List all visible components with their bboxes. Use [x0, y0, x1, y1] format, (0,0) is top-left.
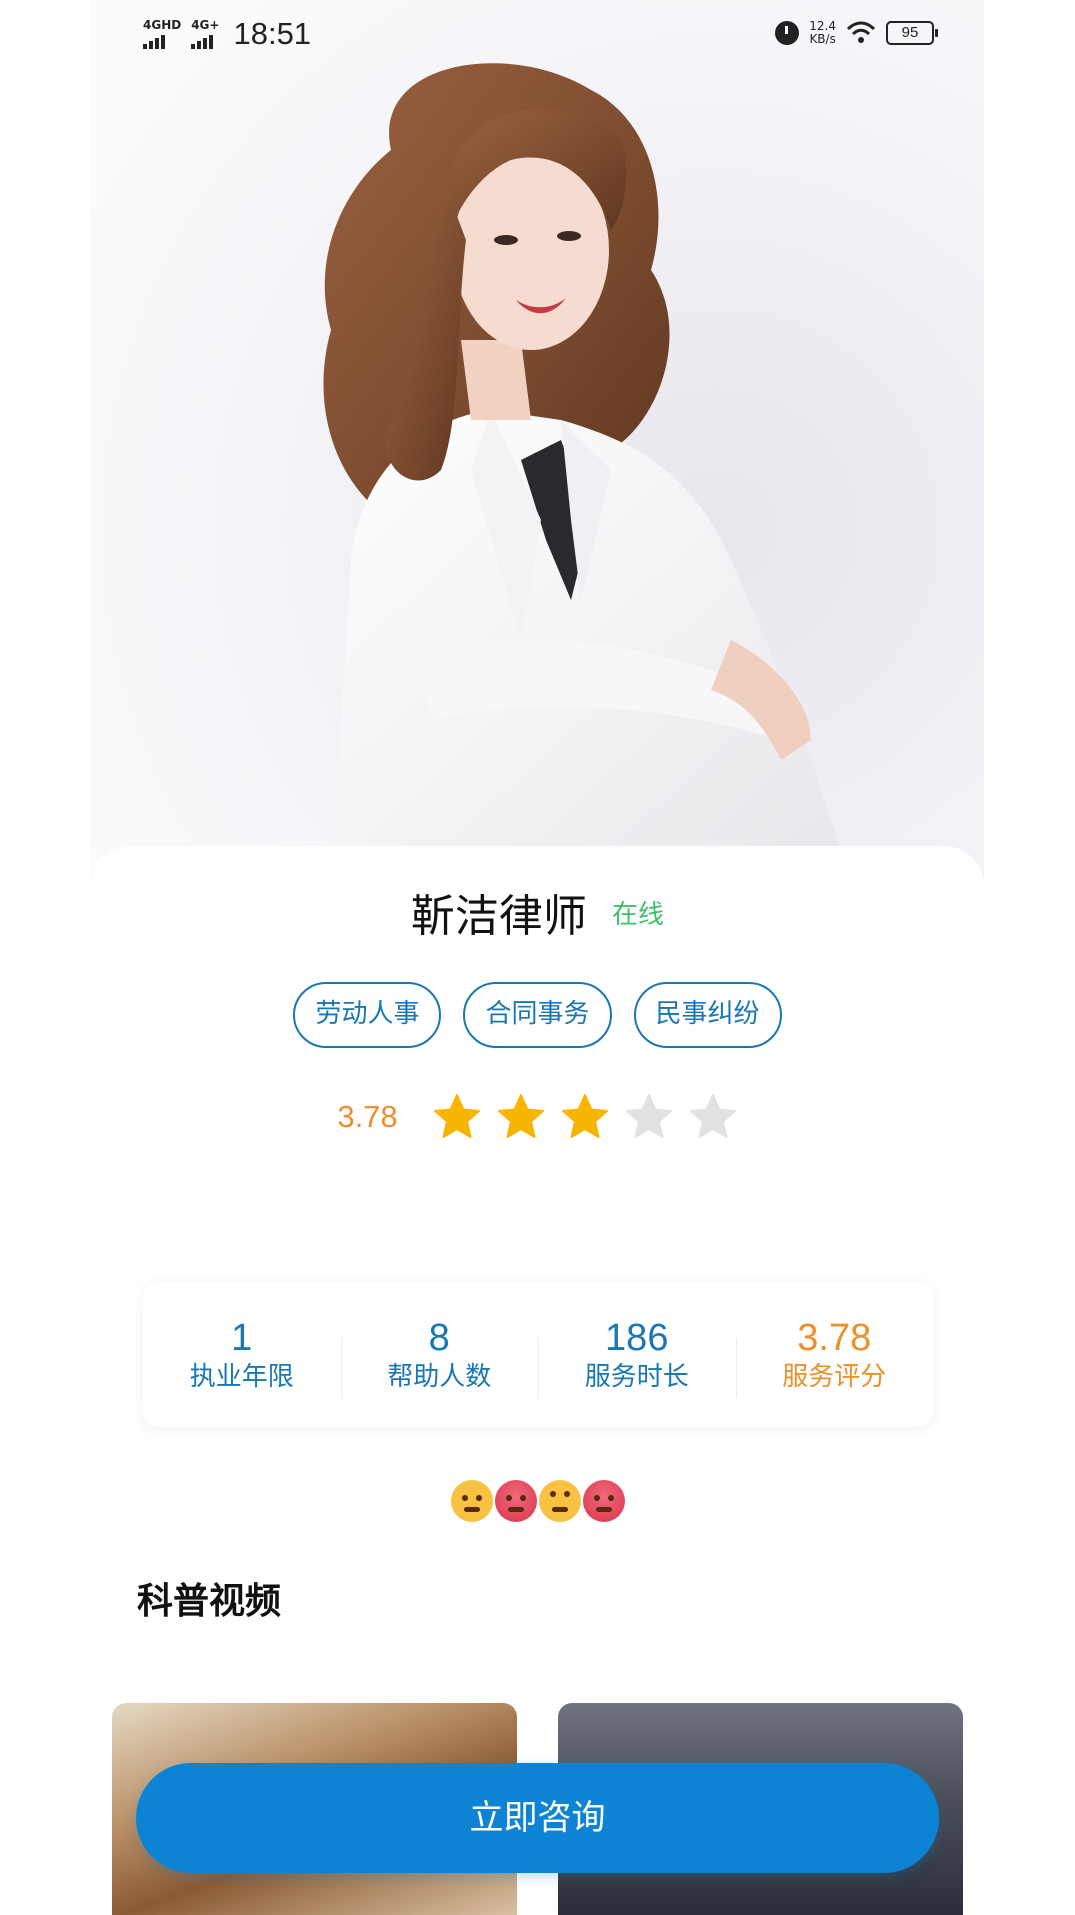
rating-value: 3.78 — [337, 1099, 398, 1134]
stat-value: 1 — [231, 1316, 253, 1359]
network-type-1: 4GHD — [143, 18, 182, 32]
stat-label: 帮助人数 — [387, 1361, 492, 1392]
section-title-videos: 科普视频 — [137, 1581, 282, 1622]
lawyer-profile-screen: 4GHD 4G+ 18:51 12.4 KB/s 95 靳洁律师 在线 劳动人事… — [0, 0, 1075, 1915]
lawyer-name: 靳洁律师 — [410, 891, 587, 942]
star-empty-icon — [689, 1094, 736, 1138]
signal-icon: 4GHD — [143, 19, 181, 49]
stat-label: 服务评分 — [782, 1361, 887, 1392]
status-right: 12.4 KB/s 95 — [775, 20, 938, 46]
lawyer-portrait-photo — [91, 0, 984, 880]
angry-face-emoji — [582, 1480, 625, 1522]
network-type-2: 4G+ — [191, 18, 220, 32]
star-icon — [497, 1094, 544, 1138]
star-icon — [561, 1094, 608, 1138]
hugging-face-emoji — [450, 1480, 493, 1522]
alarm-icon — [775, 21, 800, 45]
eye-roll-emoji — [538, 1480, 581, 1522]
angry-face-emoji — [494, 1480, 537, 1522]
specialty-tag[interactable]: 合同事务 — [463, 982, 612, 1048]
stat-service-hours: 186 服务时长 — [538, 1316, 736, 1398]
star-icon — [433, 1094, 480, 1138]
specialty-tags: 劳动人事 合同事务 民事纠纷 — [0, 982, 1075, 1048]
stat-helped-count: 8 帮助人数 — [340, 1316, 539, 1398]
online-status: 在线 — [612, 899, 665, 930]
stat-label: 服务时长 — [584, 1361, 689, 1392]
network-speed: 12.4 KB/s — [809, 20, 836, 46]
signal-icon: 4G+ — [191, 19, 219, 49]
status-bar: 4GHD 4G+ 18:51 12.4 KB/s 95 — [91, 0, 984, 72]
emoji-row — [0, 1480, 1075, 1522]
clock: 18:51 — [233, 16, 312, 51]
consult-now-button[interactable]: 立即咨询 — [136, 1763, 939, 1873]
rating-row: 3.78 — [0, 1092, 1075, 1142]
stat-value: 186 — [605, 1316, 669, 1359]
hero-photo — [91, 0, 984, 880]
star-empty-icon — [625, 1094, 672, 1138]
battery-icon: 95 — [886, 21, 938, 45]
wifi-icon — [846, 21, 876, 43]
name-row: 靳洁律师 在线 — [0, 880, 1075, 944]
network-speed-unit: KB/s — [809, 32, 836, 46]
stat-service-rating: 3.78 服务评分 — [735, 1316, 934, 1398]
stat-practice-years: 1 执业年限 — [143, 1316, 341, 1394]
network-speed-value: 12.4 — [809, 19, 836, 33]
status-left: 4GHD 4G+ 18:51 — [143, 16, 311, 52]
stat-value: 3.78 — [797, 1316, 872, 1359]
specialty-tag[interactable]: 民事纠纷 — [633, 982, 782, 1048]
specialty-tag[interactable]: 劳动人事 — [293, 982, 442, 1048]
stat-label: 执业年限 — [189, 1361, 294, 1392]
stats-card: 1 执业年限 8 帮助人数 186 服务时长 3.78 服务评分 — [143, 1282, 933, 1427]
stat-value: 8 — [428, 1316, 450, 1359]
